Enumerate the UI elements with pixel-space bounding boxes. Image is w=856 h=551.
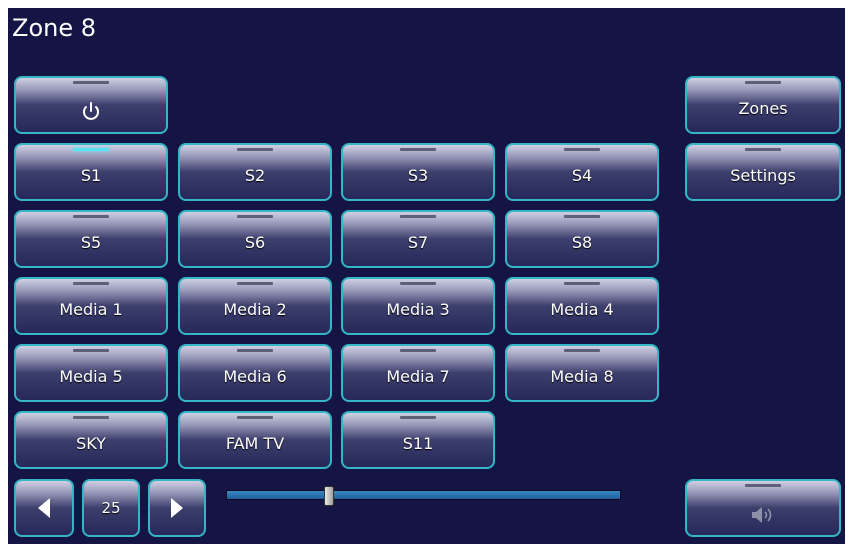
source-button-media-6[interactable]: Media 6 xyxy=(178,344,332,402)
triangle-left-icon xyxy=(38,498,50,518)
mute-button[interactable] xyxy=(685,479,841,537)
zones-button-label: Zones xyxy=(738,98,788,118)
source-button-s3[interactable]: S3 xyxy=(341,143,495,201)
source-button-s6[interactable]: S6 xyxy=(178,210,332,268)
mute-indicator xyxy=(745,484,781,487)
source-indicator xyxy=(400,416,436,419)
source-label: S7 xyxy=(407,232,429,252)
source-label: Media 2 xyxy=(223,299,287,319)
settings-button[interactable]: Settings xyxy=(685,143,841,201)
volume-up-button[interactable] xyxy=(148,479,206,537)
speaker-icon xyxy=(752,507,772,523)
zones-indicator xyxy=(745,81,781,84)
source-label: Media 7 xyxy=(386,366,450,386)
source-label: SKY xyxy=(76,433,106,453)
source-indicator xyxy=(237,148,273,151)
source-label: S6 xyxy=(244,232,266,252)
source-indicator xyxy=(73,349,109,352)
source-label: FAM TV xyxy=(225,433,285,453)
source-indicator xyxy=(400,215,436,218)
volume-slider-handle[interactable] xyxy=(323,486,334,506)
power-button[interactable] xyxy=(14,76,168,134)
source-button-s2[interactable]: S2 xyxy=(178,143,332,201)
triangle-right-icon xyxy=(171,498,183,518)
source-indicator xyxy=(564,349,600,352)
volume-slider[interactable] xyxy=(226,490,621,500)
power-icon xyxy=(83,102,99,120)
zones-button[interactable]: Zones xyxy=(685,76,841,134)
source-label: S11 xyxy=(402,433,434,453)
source-indicator xyxy=(400,148,436,151)
source-label: Media 5 xyxy=(59,366,123,386)
source-label: Media 4 xyxy=(550,299,614,319)
source-button-media-2[interactable]: Media 2 xyxy=(178,277,332,335)
source-label: Media 3 xyxy=(386,299,450,319)
page-title: Zone 8 xyxy=(12,14,96,42)
source-indicator xyxy=(564,215,600,218)
volume-value: 25 xyxy=(101,499,121,517)
volume-down-button[interactable] xyxy=(14,479,74,537)
source-indicator xyxy=(237,349,273,352)
source-label: S4 xyxy=(571,165,593,185)
source-button-media-4[interactable]: Media 4 xyxy=(505,277,659,335)
volume-value-display: 25 xyxy=(82,479,140,537)
source-indicator xyxy=(564,148,600,151)
source-indicator xyxy=(73,215,109,218)
source-indicator xyxy=(73,416,109,419)
source-indicator xyxy=(237,215,273,218)
source-label: S5 xyxy=(80,232,102,252)
source-label: Media 8 xyxy=(550,366,614,386)
source-button-media-7[interactable]: Media 7 xyxy=(341,344,495,402)
source-indicator xyxy=(73,282,109,285)
source-button-media-8[interactable]: Media 8 xyxy=(505,344,659,402)
source-indicator xyxy=(400,349,436,352)
source-button-fam-tv[interactable]: FAM TV xyxy=(178,411,332,469)
source-button-s7[interactable]: S7 xyxy=(341,210,495,268)
source-indicator xyxy=(564,282,600,285)
source-label: S2 xyxy=(244,165,266,185)
power-indicator xyxy=(73,81,109,84)
source-label: S1 xyxy=(80,165,102,185)
source-button-sky[interactable]: SKY xyxy=(14,411,168,469)
source-button-media-1[interactable]: Media 1 xyxy=(14,277,168,335)
source-label: Media 1 xyxy=(59,299,123,319)
source-button-media-5[interactable]: Media 5 xyxy=(14,344,168,402)
source-button-s1[interactable]: S1 xyxy=(14,143,168,201)
settings-indicator xyxy=(745,148,781,151)
source-label: S3 xyxy=(407,165,429,185)
source-indicator xyxy=(237,282,273,285)
settings-button-label: Settings xyxy=(730,165,796,185)
source-label: Media 6 xyxy=(223,366,287,386)
source-button-s8[interactable]: S8 xyxy=(505,210,659,268)
source-button-s5[interactable]: S5 xyxy=(14,210,168,268)
source-button-s11[interactable]: S11 xyxy=(341,411,495,469)
source-label: S8 xyxy=(571,232,593,252)
source-indicator xyxy=(237,416,273,419)
source-button-s4[interactable]: S4 xyxy=(505,143,659,201)
active-indicator xyxy=(73,148,109,151)
source-indicator xyxy=(400,282,436,285)
source-button-media-3[interactable]: Media 3 xyxy=(341,277,495,335)
